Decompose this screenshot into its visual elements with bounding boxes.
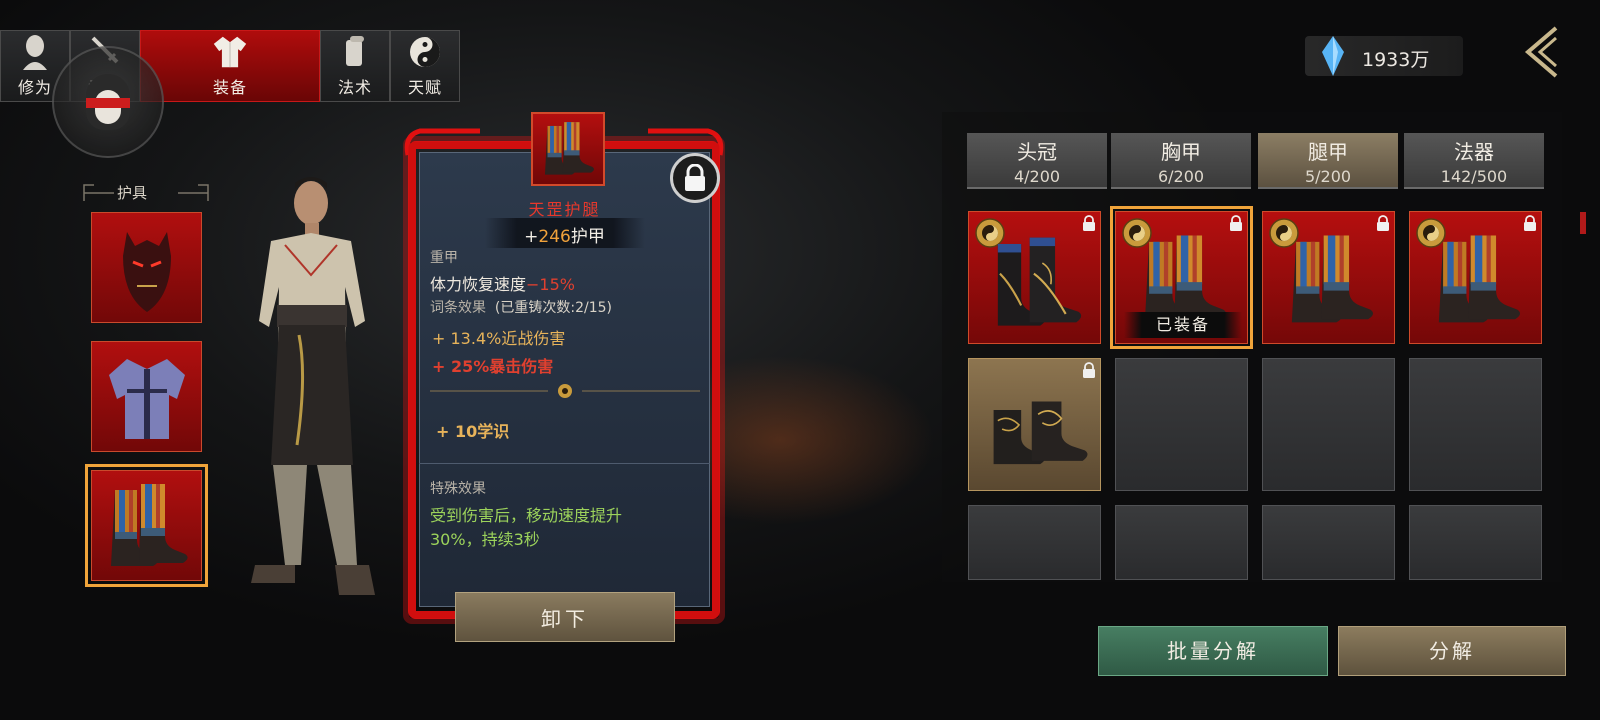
equipped-badge: 已装备 bbox=[1124, 312, 1242, 338]
category-tab-artifact[interactable]: 法器 142/500 bbox=[1404, 133, 1544, 189]
armor-prefix: + bbox=[524, 227, 539, 247]
lock-icon bbox=[1523, 215, 1537, 231]
empty-slot bbox=[1115, 358, 1248, 491]
tab-label: 法术 bbox=[337, 78, 372, 97]
robe-icon bbox=[212, 34, 248, 70]
armor-value: +246护甲 bbox=[419, 222, 710, 247]
special-text-line-2: 30%，持续3秒 bbox=[430, 530, 540, 549]
reforge-count: (已重铸次数:2/15) bbox=[494, 300, 612, 316]
category-name: 腿甲 bbox=[1308, 140, 1348, 164]
affix-line: + 25%暴击伤害 bbox=[432, 357, 554, 376]
empty-slot bbox=[1115, 505, 1248, 580]
slot-mask[interactable] bbox=[91, 212, 202, 323]
category-count: 5/200 bbox=[1304, 167, 1352, 186]
lock-icon bbox=[1229, 215, 1243, 231]
taiji-icon bbox=[407, 34, 443, 70]
inventory-item-equipped[interactable]: 已装备 bbox=[1110, 206, 1253, 349]
category-name: 头冠 bbox=[1017, 140, 1057, 164]
category-name: 法器 bbox=[1454, 140, 1494, 164]
slot-chest[interactable] bbox=[91, 341, 202, 452]
scroll-icon bbox=[337, 34, 373, 70]
batch-decompose-button[interactable]: 批量分解 bbox=[1098, 626, 1328, 676]
inventory-item[interactable] bbox=[1409, 211, 1542, 344]
boots-icon bbox=[996, 236, 1083, 327]
tab-talent[interactable]: 天赋 bbox=[390, 30, 460, 102]
empty-slot bbox=[1262, 358, 1395, 491]
base-stat-label: 体力恢复速度 bbox=[430, 275, 527, 294]
base-stat: 体力恢复速度−15% bbox=[430, 271, 575, 295]
inventory-item[interactable] bbox=[968, 211, 1101, 344]
robe-armor-icon bbox=[108, 358, 185, 439]
armor-number: 246 bbox=[538, 227, 571, 247]
category-tab-chest[interactable]: 胸甲 6/200 bbox=[1111, 133, 1251, 189]
decompose-button[interactable]: 分解 bbox=[1338, 626, 1566, 676]
item-detail-icon bbox=[531, 112, 605, 186]
category-tab-legs[interactable]: 腿甲 5/200 bbox=[1258, 133, 1398, 189]
category-tab-helmet[interactable]: 头冠 4/200 bbox=[967, 133, 1107, 189]
tab-label: 天赋 bbox=[407, 78, 442, 97]
category-name: 胸甲 bbox=[1161, 140, 1201, 164]
monk-head-icon bbox=[17, 34, 53, 70]
qq-penguin-overlay-icon[interactable] bbox=[52, 46, 164, 158]
boots-icon bbox=[1438, 235, 1521, 323]
tab-label: 修为 bbox=[17, 78, 52, 97]
boots-icon bbox=[992, 400, 1089, 465]
lock-icon bbox=[1082, 215, 1096, 231]
slot-legs[interactable] bbox=[85, 464, 208, 587]
character-model[interactable] bbox=[225, 175, 400, 615]
empty-slot bbox=[1409, 505, 1542, 580]
blue-crystal-icon bbox=[1322, 36, 1344, 76]
demon-mask-icon bbox=[122, 231, 171, 312]
inventory-scrollbar[interactable] bbox=[1580, 212, 1586, 234]
tab-equipment[interactable]: 装备 bbox=[140, 30, 320, 102]
special-header: 特殊效果 bbox=[430, 481, 486, 497]
affix-header-label: 词条效果 bbox=[430, 300, 486, 316]
currency-amount: 1933万 bbox=[1362, 49, 1430, 71]
inventory-item[interactable] bbox=[968, 358, 1101, 491]
back-arrow-icon[interactable] bbox=[1516, 22, 1576, 82]
armor-type: 重甲 bbox=[430, 250, 458, 266]
divider-line bbox=[419, 463, 710, 464]
slot-group-title: 护具 bbox=[117, 184, 148, 202]
tab-label: 装备 bbox=[212, 78, 247, 97]
lock-icon bbox=[1082, 362, 1096, 378]
affix-line: + 13.4%近战伤害 bbox=[432, 329, 566, 348]
category-count: 142/500 bbox=[1440, 167, 1508, 186]
category-count: 6/200 bbox=[1157, 167, 1205, 186]
inventory-item[interactable] bbox=[1262, 211, 1395, 344]
affix-header: 词条效果 (已重铸次数:2/15) bbox=[430, 297, 612, 317]
empty-slot bbox=[968, 505, 1101, 580]
tab-spells[interactable]: 法术 bbox=[320, 30, 390, 102]
item-name: 天罡护腿 bbox=[528, 200, 601, 219]
bonus-stat: + 10学识 bbox=[436, 422, 510, 441]
armor-label: 护甲 bbox=[570, 227, 605, 247]
base-stat-value: −15% bbox=[526, 275, 575, 294]
unequip-button[interactable]: 卸下 bbox=[455, 592, 675, 642]
lock-icon bbox=[1376, 215, 1390, 231]
boots-icon bbox=[110, 483, 188, 566]
lock-icon bbox=[685, 164, 705, 191]
empty-slot bbox=[1262, 505, 1395, 580]
boots-icon bbox=[544, 122, 594, 175]
section-divider bbox=[430, 384, 700, 398]
special-text-line-1: 受到伤害后，移动速度提升 bbox=[430, 506, 623, 525]
category-count: 4/200 bbox=[1013, 167, 1061, 186]
empty-slot bbox=[1409, 358, 1542, 491]
boots-icon bbox=[1291, 235, 1374, 323]
